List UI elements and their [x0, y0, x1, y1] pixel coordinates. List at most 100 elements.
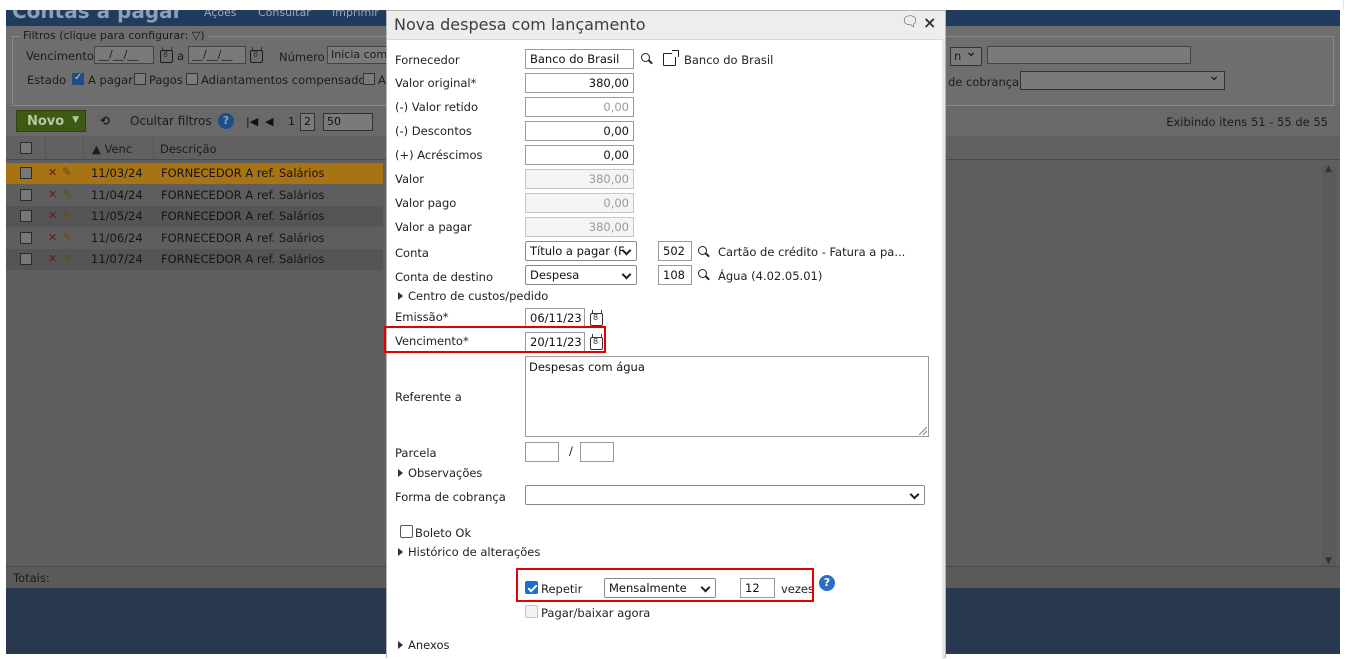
repetir-frequency-select[interactable]: Mensalmente [604, 578, 716, 598]
expand-triangle-icon[interactable] [398, 292, 403, 300]
delete-icon[interactable]: ✕ [48, 166, 57, 179]
centro-custos-toggle[interactable]: Centro de custos/pedido [408, 289, 548, 303]
referente-text: Despesas com água [529, 360, 645, 374]
search-icon[interactable] [698, 246, 707, 255]
anexos-toggle[interactable]: Anexos [408, 638, 450, 652]
edit-icon[interactable]: ✎ [62, 165, 72, 179]
repetir-times-input[interactable]: 12 [740, 578, 775, 598]
search-icon[interactable] [641, 53, 650, 62]
cut-checkbox[interactable] [363, 73, 375, 85]
fornecedor-label: Fornecedor [395, 53, 460, 67]
delete-icon[interactable]: ✕ [48, 252, 57, 265]
dialog-titlebar[interactable]: Nova despesa com lançamento 🗨 × [387, 11, 945, 39]
col-descricao-header[interactable]: Descrição [160, 142, 217, 156]
row-checkbox[interactable] [20, 210, 32, 222]
vencimento-label: Vencimento* [395, 334, 469, 348]
expand-triangle-icon[interactable] [398, 469, 403, 477]
pagar-baixar-checkbox[interactable] [525, 605, 538, 618]
page-2-link[interactable]: 2 [300, 113, 315, 131]
parcela-total-input[interactable] [580, 442, 614, 462]
repetir-checkbox[interactable] [525, 581, 538, 594]
referente-textarea[interactable]: Despesas com água [525, 356, 929, 437]
descontos-input[interactable]: 0,00 [525, 121, 634, 141]
first-page-icon[interactable]: |◀ [246, 115, 258, 128]
table-row[interactable]: ✕ ✎ 11/07/24 FORNECEDOR A ref. Salários [6, 249, 383, 270]
resize-grip-icon[interactable] [919, 427, 927, 435]
numero-select[interactable]: Inicia com [327, 46, 387, 64]
expand-triangle-icon[interactable] [398, 641, 403, 649]
referente-label: Referente a [395, 390, 462, 404]
conta-select[interactable]: Título a pagar (F [525, 241, 637, 261]
expand-triangle-icon[interactable] [398, 548, 403, 556]
table-row[interactable]: ✕ ✎ 11/04/24 FORNECEDOR A ref. Salários [6, 185, 383, 206]
menu-consultar[interactable]: Consultar [258, 10, 311, 19]
refresh-icon[interactable]: ⟲ [94, 110, 116, 132]
page-1-link[interactable]: 1 [288, 115, 295, 128]
calendar-icon[interactable] [590, 334, 603, 350]
prev-page-icon[interactable]: ◀ [265, 115, 273, 128]
parcela-input[interactable] [525, 442, 559, 462]
forma-cobranca-filter-select[interactable] [1020, 68, 1225, 90]
filter-icon[interactable]: ▽ [192, 29, 200, 42]
forma-cobranca-filter-label: de cobrança [948, 75, 1020, 89]
help-icon[interactable]: ? [218, 113, 234, 129]
acrescimos-input[interactable]: 0,00 [525, 145, 634, 165]
edit-icon[interactable]: ✎ [62, 187, 72, 201]
forma-cobranca-select[interactable] [525, 485, 925, 505]
filter-legend[interactable]: Filtros (clique para configurar: ▽) [20, 29, 208, 42]
col-venc-header[interactable]: ▲ Venc [92, 142, 132, 156]
vezes-label: vezes [781, 582, 814, 596]
row-checkbox[interactable] [20, 253, 32, 265]
edit-icon[interactable]: ✎ [62, 251, 72, 265]
conta-code-input[interactable]: 502 [658, 241, 692, 261]
edit-icon[interactable]: ✎ [62, 208, 72, 222]
external-link-icon[interactable] [663, 50, 679, 66]
grid-scrollbar[interactable] [1322, 166, 1336, 566]
dialog-title: Nova despesa com lançamento [394, 15, 646, 34]
filter-text-right[interactable] [987, 46, 1191, 64]
filter-select-right[interactable]: n [950, 44, 982, 66]
search-icon[interactable] [698, 269, 707, 278]
calendar-icon[interactable] [160, 47, 173, 63]
delete-icon[interactable]: ✕ [48, 231, 57, 244]
calendar-icon[interactable] [590, 310, 603, 326]
table-row[interactable]: ✕ ✎ 11/05/24 FORNECEDOR A ref. Salários [6, 206, 383, 227]
row-checkbox[interactable] [20, 189, 32, 201]
observacoes-toggle[interactable]: Observações [408, 466, 482, 480]
row-checkbox[interactable] [20, 232, 32, 244]
row-checkbox[interactable] [20, 167, 32, 179]
ocultar-filtros-button[interactable]: Ocultar filtros [124, 110, 218, 132]
edit-icon[interactable]: ✎ [62, 230, 72, 244]
chat-bubble-icon[interactable]: 🗨 [901, 14, 919, 30]
select-all-checkbox[interactable] [20, 142, 32, 154]
emissao-input[interactable]: 06/11/23 [525, 308, 585, 328]
delete-icon[interactable]: ✕ [48, 188, 57, 201]
fornecedor-input[interactable]: Banco do Brasil [525, 49, 634, 69]
valor-original-input[interactable]: 380,00 [525, 73, 634, 93]
a-pagar-checkbox[interactable] [72, 72, 84, 85]
adiantamentos-checkbox[interactable] [186, 73, 198, 85]
table-row[interactable]: ✕ ✎ 11/03/24 FORNECEDOR A ref. Salários [6, 163, 383, 184]
vencimento-from-input[interactable]: __/__/__ [94, 46, 154, 64]
novo-button[interactable]: Novo ▼ [16, 110, 86, 132]
historico-toggle[interactable]: Histórico de alterações [408, 545, 540, 559]
calendar-icon[interactable] [250, 47, 263, 63]
table-row[interactable]: ✕ ✎ 11/06/24 FORNECEDOR A ref. Salários [6, 228, 383, 249]
dialog-scrollbar[interactable] [942, 39, 945, 659]
delete-icon[interactable]: ✕ [48, 209, 57, 222]
pagos-checkbox[interactable] [134, 73, 146, 85]
scroll-up-icon[interactable]: ▲ [1325, 164, 1332, 174]
boleto-ok-checkbox[interactable] [400, 525, 413, 538]
caret-down-icon[interactable]: ▼ [72, 115, 79, 125]
help-icon[interactable]: ? [819, 575, 835, 591]
vencimento-input[interactable]: 20/11/23 [525, 332, 585, 352]
vencimento-to-input[interactable]: __/__/__ [188, 46, 246, 64]
close-icon[interactable]: × [923, 13, 936, 32]
menu-acoes[interactable]: Ações [204, 10, 237, 19]
scroll-down-icon[interactable]: ▼ [1325, 556, 1332, 566]
menu-imprimir[interactable]: Imprimir [332, 10, 379, 19]
conta-destino-code-input[interactable]: 108 [658, 265, 692, 285]
valor-retido-input[interactable]: 0,00 [525, 97, 634, 117]
conta-destino-select[interactable]: Despesa [525, 265, 637, 285]
page-size-select[interactable]: 50 [323, 113, 373, 131]
